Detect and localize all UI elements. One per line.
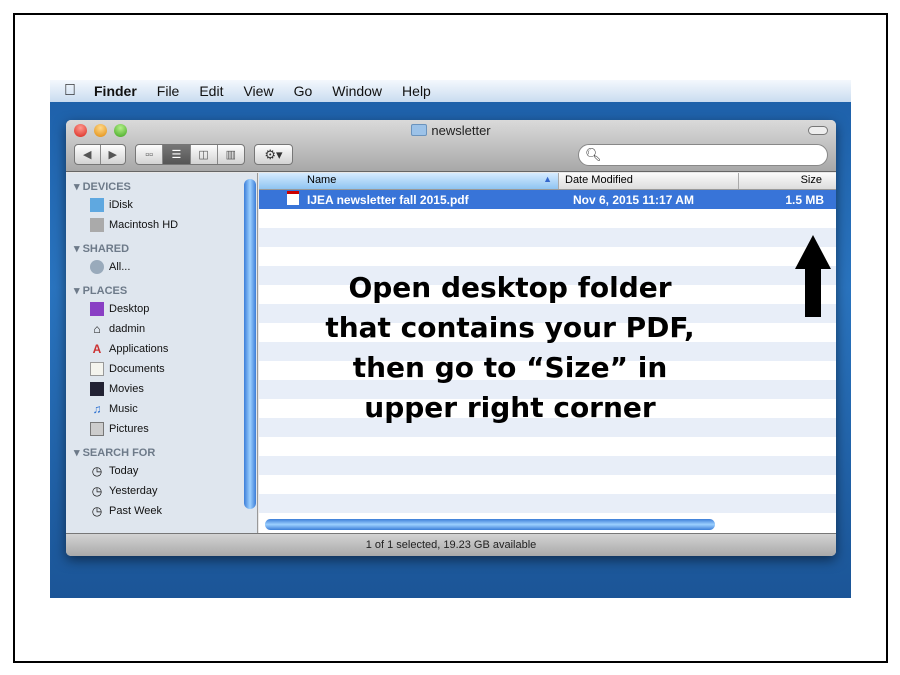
- home-icon: ⌂: [93, 322, 101, 336]
- sidebar-item-today[interactable]: ◷ Today: [66, 461, 257, 481]
- file-row[interactable]: IJEA newsletter fall 2015.pdf Nov 6, 201…: [259, 190, 836, 209]
- sidebar-item-music[interactable]: ♫ Music: [66, 399, 257, 419]
- sort-ascending-icon: ▲: [543, 174, 552, 184]
- back-button[interactable]: ◀: [75, 145, 101, 164]
- sidebar-item-idisk[interactable]: iDisk: [66, 195, 257, 215]
- sidebar-item-desktop[interactable]: Desktop: [66, 299, 257, 319]
- folder-icon: [411, 124, 428, 136]
- search-input[interactable]: 🔍︎: [578, 144, 828, 166]
- menu-finder[interactable]: Finder: [94, 83, 137, 99]
- idisk-icon: [90, 198, 104, 212]
- menu-help[interactable]: Help: [402, 83, 431, 99]
- menu-file[interactable]: File: [157, 83, 180, 99]
- action-menu-button[interactable]: ⚙▾: [254, 144, 293, 165]
- movies-icon: [90, 382, 104, 396]
- search-icon: 🔍︎: [585, 147, 602, 162]
- column-size[interactable]: Size: [739, 173, 836, 189]
- sidebar-item-dadmin[interactable]: ⌂ dadmin: [66, 319, 257, 339]
- sidebar-item-movies[interactable]: Movies: [66, 379, 257, 399]
- pictures-icon: [90, 422, 104, 436]
- clock-icon: ◷: [91, 504, 103, 518]
- sidebar-item-applications[interactable]: A Applications: [66, 339, 257, 359]
- menu-edit[interactable]: Edit: [199, 83, 223, 99]
- section-devices[interactable]: ▾ DEVICES: [74, 180, 257, 193]
- forward-button[interactable]: ▶: [101, 145, 126, 164]
- music-icon: ♫: [92, 402, 102, 416]
- sidebar-scrollbar[interactable]: [244, 179, 256, 509]
- pdf-icon: [259, 191, 307, 208]
- icon-view-button[interactable]: ▫▫: [136, 145, 164, 164]
- desktop-icon: [90, 302, 104, 316]
- section-places[interactable]: ▾ PLACES: [74, 284, 257, 297]
- status-bar: 1 of 1 selected, 19.23 GB available: [66, 533, 836, 556]
- clock-icon: ◷: [91, 464, 103, 478]
- sidebar: ▾ DEVICES iDisk Macintosh HD ▾ SHARED Al…: [66, 173, 258, 533]
- sidebar-item-past-week[interactable]: ◷ Past Week: [66, 501, 257, 521]
- clock-icon: ◷: [91, 484, 103, 498]
- horizontal-scrollbar[interactable]: [265, 519, 715, 530]
- list-view-button[interactable]: ☰: [163, 145, 191, 164]
- window-title: newsletter: [431, 123, 491, 138]
- sidebar-item-all[interactable]: All...: [66, 257, 257, 277]
- toolbar-toggle-button[interactable]: [808, 126, 828, 135]
- nav-buttons: ◀ ▶: [74, 144, 126, 165]
- coverflow-view-button[interactable]: ▥: [218, 145, 244, 164]
- view-buttons: ▫▫ ☰ ◫ ▥: [135, 144, 245, 165]
- column-date-modified[interactable]: Date Modified: [559, 173, 739, 189]
- instruction-text: Open desktop folder that contains your PD…: [325, 271, 695, 424]
- menu-view[interactable]: View: [243, 83, 273, 99]
- column-headers: Name ▲ Date Modified Size: [259, 173, 836, 190]
- column-view-button[interactable]: ◫: [191, 145, 218, 164]
- applications-icon: A: [92, 342, 102, 356]
- apple-menu-icon[interactable]: : [64, 82, 76, 100]
- sidebar-item-pictures[interactable]: Pictures: [66, 419, 257, 439]
- sidebar-item-macintosh-hd[interactable]: Macintosh HD: [66, 215, 257, 235]
- up-arrow-icon: [795, 235, 831, 317]
- title-bar: newsletter ◀ ▶ ▫▫ ☰ ◫ ▥ ⚙▾ 🔍︎: [66, 120, 836, 172]
- menu-bar:  Finder File Edit View Go Window Help: [50, 80, 851, 102]
- menu-go[interactable]: Go: [294, 83, 313, 99]
- sidebar-item-documents[interactable]: Documents: [66, 359, 257, 379]
- sidebar-item-yesterday[interactable]: ◷ Yesterday: [66, 481, 257, 501]
- menu-window[interactable]: Window: [332, 83, 382, 99]
- network-icon: [90, 260, 104, 274]
- section-search-for[interactable]: ▾ SEARCH FOR: [74, 446, 257, 459]
- section-shared[interactable]: ▾ SHARED: [74, 242, 257, 255]
- hard-drive-icon: [90, 218, 104, 232]
- documents-icon: [90, 362, 104, 376]
- gear-icon: ⚙▾: [264, 146, 283, 162]
- column-name[interactable]: Name ▲: [259, 173, 559, 189]
